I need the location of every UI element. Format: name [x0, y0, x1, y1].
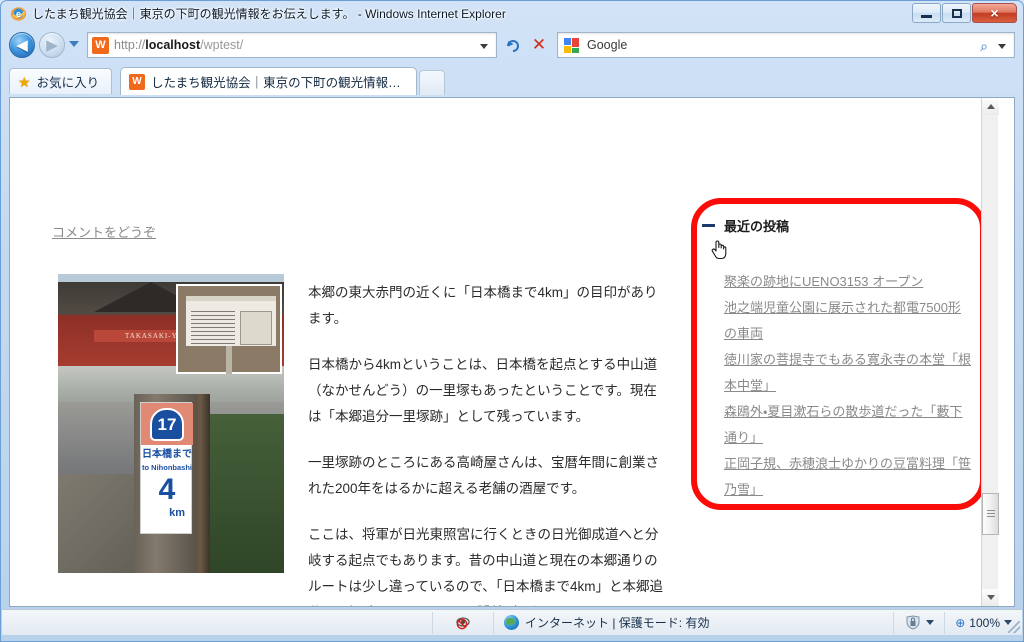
- scrollbar-thumb[interactable]: [982, 493, 999, 535]
- tab-bar: ★ お気に入り W したまち観光協会｜東京の下町の観光情報をお...: [1, 65, 1023, 97]
- star-icon: ★: [18, 73, 31, 90]
- search-icon[interactable]: ⌕: [980, 38, 988, 55]
- article-paragraph: 本郷の東大赤門の近くに「日本橋まで4km」の目印があります。: [308, 284, 658, 326]
- vertical-scrollbar[interactable]: [981, 98, 999, 606]
- refresh-button[interactable]: [501, 33, 525, 57]
- recent-posts-list: 聚楽の跡地にUENO3153 オープン 池之端児童公園に展示された都電7500形…: [724, 269, 972, 503]
- recent-post-link[interactable]: 正岡子規、赤穂浪士ゆかりの豆富料理「笹乃雪」: [724, 451, 972, 503]
- sign-distance: 4: [158, 473, 176, 506]
- tab-label: したまち観光協会｜東京の下町の観光情報をお...: [151, 76, 409, 90]
- title-bar: e したまち観光協会｜東京の下町の観光情報をお伝えします。 - Windows …: [1, 1, 1023, 27]
- recent-post-link[interactable]: 池之端児童公園に展示された都電7500形の車両: [724, 295, 972, 347]
- status-message-area: [2, 611, 432, 635]
- favorites-label: お気に入り: [36, 76, 100, 90]
- widget-title: 最近の投稿: [724, 219, 790, 234]
- search-input-value: Google: [587, 38, 628, 52]
- recent-post-link[interactable]: 森鴎外・夏目漱石らの散歩道だった「藪下通り」: [724, 399, 972, 451]
- back-button[interactable]: ◀: [9, 32, 35, 58]
- photo-milepost-sign: 17 日本橋まで to Nihonbashi 4 km: [140, 402, 193, 534]
- tab-favicon-icon: W: [129, 73, 145, 90]
- google-logo-icon: [563, 37, 581, 54]
- minimize-icon: [921, 14, 932, 18]
- browser-window: e したまち観光協会｜東京の下町の観光情報をお伝えします。 - Windows …: [0, 0, 1024, 642]
- zoom-level-label: 100%: [969, 615, 1000, 630]
- magnifier-icon: ⊕: [955, 615, 966, 630]
- status-right-group: ⊕ 100%: [893, 610, 1022, 636]
- security-zone-indicator[interactable]: インターネット | 保護モード: 有効: [494, 614, 719, 631]
- address-bar[interactable]: W http://localhost/wptest/: [87, 32, 497, 58]
- address-bar-value: http://localhost/wptest/: [114, 38, 244, 52]
- maximize-button[interactable]: [942, 3, 971, 23]
- privacy-eye-icon: [455, 617, 470, 630]
- privacy-report-button[interactable]: [433, 615, 493, 630]
- security-zone-label: インターネット | 保護モード: 有効: [525, 616, 710, 630]
- article-paragraph: 一里塚跡のところにある高崎屋さんは、宝暦年間に創業された200年をはるかに超える…: [308, 454, 659, 496]
- window-title: したまち観光協会｜東京の下町の観光情報をお伝えします。 - Windows In…: [32, 7, 506, 21]
- hand-cursor-icon: [709, 237, 729, 261]
- maximize-icon: [951, 8, 962, 18]
- close-icon: ×: [990, 5, 999, 21]
- web-page-content: コメントをどうぞ TAKASAKI-YA 17 日本橋まで to Nihonba…: [10, 98, 999, 607]
- forward-arrow-icon: ▶: [46, 36, 58, 54]
- comment-link[interactable]: コメントをどうぞ: [52, 222, 156, 241]
- stop-button[interactable]: ✕: [527, 33, 551, 57]
- search-box[interactable]: Google ⌕: [557, 32, 1015, 58]
- favorites-button[interactable]: ★ お気に入り: [9, 68, 113, 94]
- close-button[interactable]: ×: [972, 3, 1017, 23]
- refresh-icon: [507, 40, 519, 52]
- chevron-down-icon: [986, 595, 995, 600]
- collapse-toggle-icon[interactable]: [702, 224, 715, 227]
- stop-icon: ✕: [531, 35, 547, 54]
- site-favicon-icon: W: [92, 37, 109, 54]
- svg-text:e: e: [16, 9, 21, 19]
- forward-button[interactable]: ▶: [39, 32, 65, 58]
- status-bar: インターネット | 保護モード: 有効 ⊕ 100%: [2, 609, 1022, 635]
- navigation-bar: ◀ ▶ W http://localhost/wptest/ ✕ Google …: [1, 29, 1023, 63]
- address-dropdown-icon[interactable]: [480, 44, 488, 49]
- photo-inset-information-board: [176, 284, 282, 374]
- page-viewport: コメントをどうぞ TAKASAKI-YA 17 日本橋まで to Nihonba…: [9, 97, 1015, 607]
- globe-icon: [504, 615, 519, 630]
- article-photo: TAKASAKI-YA 17 日本橋まで to Nihonbashi 4 km: [58, 274, 284, 573]
- shield-lock-icon: [906, 615, 920, 630]
- chevron-up-icon: [986, 104, 995, 109]
- minimize-button[interactable]: [912, 3, 941, 23]
- security-dropdown-icon[interactable]: [926, 620, 935, 625]
- recent-post-link[interactable]: 聚楽の跡地にUENO3153 オープン: [724, 269, 972, 295]
- scroll-down-button[interactable]: [982, 589, 999, 606]
- widget-header[interactable]: 最近の投稿: [702, 216, 789, 235]
- resize-grip[interactable]: [1008, 621, 1020, 633]
- article-paragraph: 日本橋から4kmということは、日本橋を起点とする中山道（なかせんどう）の一里塚も…: [308, 356, 658, 424]
- route-shield: 17: [150, 408, 184, 441]
- sign-unit: km: [169, 507, 185, 519]
- internet-explorer-icon: e: [10, 5, 27, 22]
- search-provider-dropdown-icon[interactable]: [998, 44, 1006, 49]
- recent-post-link[interactable]: 徳川家の菩提寺でもある寛永寺の本堂「根本中堂」: [724, 347, 972, 399]
- article-paragraph: ここは、将軍が日光東照宮に行くときの日光御成道へと分岐する起点でもあります。昔の…: [308, 526, 664, 607]
- scrollbar-grip-icon: [987, 510, 995, 518]
- scroll-up-button[interactable]: [982, 98, 999, 115]
- back-arrow-icon: ◀: [16, 36, 28, 54]
- sign-text-en: to Nihonbashi: [142, 463, 192, 472]
- recent-pages-dropdown[interactable]: [69, 41, 79, 47]
- security-settings-button[interactable]: [894, 615, 944, 630]
- sign-text-ja: 日本橋まで: [142, 449, 192, 460]
- new-tab-button[interactable]: [419, 70, 445, 95]
- tab-shitamachi-kankou[interactable]: W したまち観光協会｜東京の下町の観光情報をお...: [120, 67, 417, 95]
